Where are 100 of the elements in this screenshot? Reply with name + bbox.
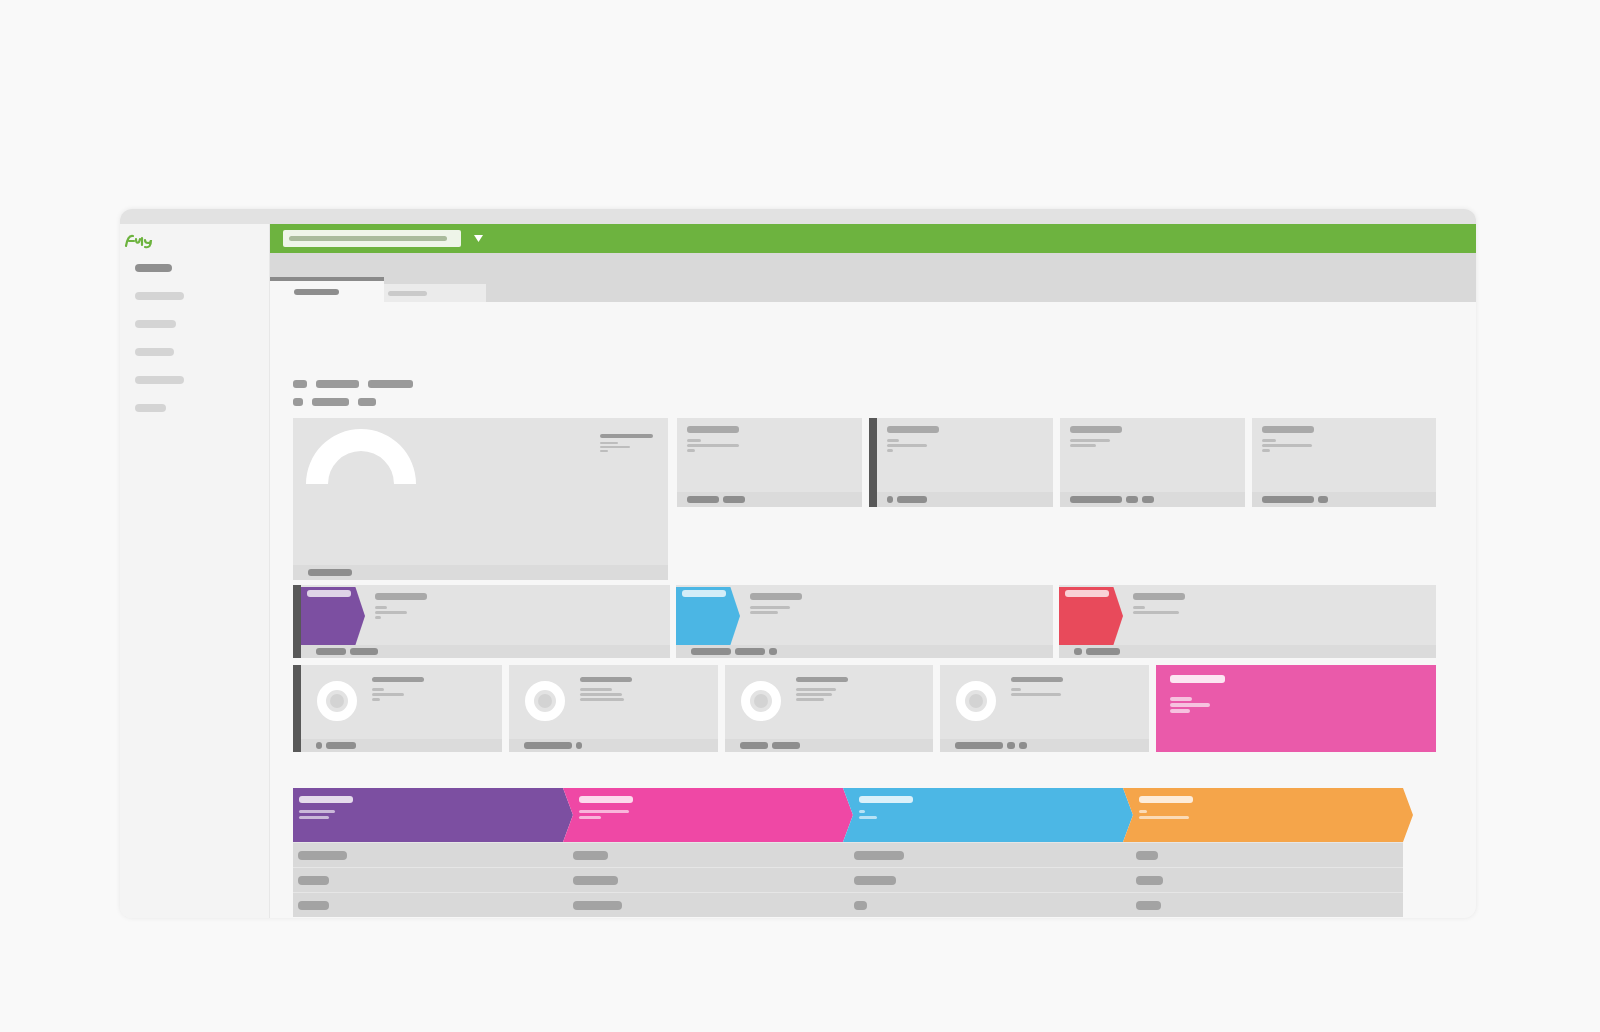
blurred-text	[600, 434, 653, 438]
blurred-text	[308, 569, 352, 576]
blurred-text	[1139, 796, 1193, 803]
blurred-text	[750, 593, 802, 600]
blurred-text	[1011, 693, 1062, 696]
blurred-text	[375, 611, 407, 614]
blurred-text	[1317, 496, 1328, 503]
caret-icon[interactable]	[474, 235, 483, 242]
blurred-text	[372, 698, 380, 701]
blurred-text	[955, 742, 1004, 749]
blurred-text	[1070, 439, 1110, 442]
blurred-text	[372, 693, 404, 696]
blurred-text	[1261, 439, 1276, 442]
blurred-text	[1070, 444, 1096, 447]
blurred-text	[575, 742, 582, 749]
blurred-text	[886, 449, 893, 452]
blurred-text	[769, 648, 777, 655]
sidebar-item[interactable]	[135, 292, 184, 300]
blurred-text	[579, 677, 632, 682]
blurred-text	[1170, 709, 1190, 713]
blurred-text	[293, 398, 303, 406]
blurred-text	[316, 648, 346, 655]
blurred-text	[1139, 810, 1147, 813]
blurred-text	[1065, 590, 1109, 597]
blurred-text	[372, 688, 384, 691]
blurred-text	[523, 742, 572, 749]
tab[interactable]	[384, 284, 486, 302]
blurred-text	[687, 426, 739, 433]
blurred-text	[316, 380, 359, 388]
blurred-text	[579, 698, 624, 701]
blurred-text	[1074, 648, 1082, 655]
tab[interactable]	[270, 277, 384, 302]
blurred-text	[795, 688, 836, 691]
blurred-text	[859, 796, 913, 803]
blurred-text	[1086, 648, 1120, 655]
blurred-text	[687, 496, 719, 503]
blurred-text	[859, 816, 877, 819]
blurred-text	[1142, 496, 1154, 503]
blurred-text	[1261, 444, 1312, 447]
blurred-text	[293, 380, 307, 388]
blurred-text	[1126, 496, 1138, 503]
blurred-text	[375, 593, 427, 600]
blurred-text	[573, 875, 618, 885]
blurred-text	[854, 875, 896, 885]
blurred-text	[735, 648, 765, 655]
blurred-text	[1170, 675, 1225, 683]
sidebar-item[interactable]	[135, 404, 166, 412]
blurred-text	[739, 742, 768, 749]
blurred-text	[1170, 703, 1210, 707]
blurred-text	[687, 444, 739, 447]
blurred-text	[350, 648, 378, 655]
ring-icon	[524, 681, 565, 721]
sidebar-item[interactable]	[135, 348, 174, 356]
blurred-text	[1011, 677, 1064, 682]
blurred-text	[299, 816, 329, 819]
blurred-text	[294, 288, 339, 295]
sidebar-item[interactable]	[135, 376, 184, 384]
blurred-text	[750, 611, 778, 614]
blurred-text	[691, 648, 731, 655]
blurred-text	[1136, 875, 1163, 885]
blurred-text	[307, 590, 351, 597]
blurred-text	[795, 693, 832, 696]
search-field[interactable]	[283, 230, 461, 247]
blurred-text	[298, 875, 329, 885]
blurred-text	[372, 677, 424, 682]
blurred-text	[859, 810, 865, 813]
blurred-text	[795, 698, 824, 701]
blurred-text	[1133, 593, 1185, 600]
blurred-text	[886, 444, 927, 447]
blurred-text	[854, 850, 904, 860]
blurred-text	[579, 796, 633, 803]
blurred-text	[795, 677, 848, 682]
blurred-text	[375, 616, 381, 619]
blurred-text	[886, 426, 939, 433]
blurred-text	[1070, 426, 1122, 433]
blurred-text	[771, 742, 800, 749]
sidebar-item[interactable]	[135, 264, 172, 272]
blurred-text	[1139, 816, 1189, 819]
blurred-text	[388, 290, 427, 296]
blurred-text	[298, 850, 347, 860]
blurred-text	[316, 742, 322, 749]
blurred-text	[326, 742, 356, 749]
blurred-text	[1136, 900, 1161, 910]
sidebar-item[interactable]	[135, 320, 176, 328]
blurred-text	[368, 380, 413, 388]
blurred-text	[886, 439, 899, 442]
blurred-text	[579, 688, 612, 691]
blurred-text	[750, 606, 790, 609]
blurred-text	[1070, 496, 1122, 503]
blurred-text	[358, 398, 376, 406]
ring-icon	[317, 681, 357, 721]
blurred-text	[1133, 611, 1179, 614]
blurred-text	[573, 900, 622, 910]
blurred-text	[579, 816, 601, 819]
blurred-text	[1261, 426, 1314, 433]
blurred-text	[299, 796, 353, 803]
blurred-text	[886, 496, 893, 503]
ring-icon	[740, 681, 781, 721]
blurred-text	[299, 810, 335, 813]
ring-icon	[956, 681, 997, 721]
